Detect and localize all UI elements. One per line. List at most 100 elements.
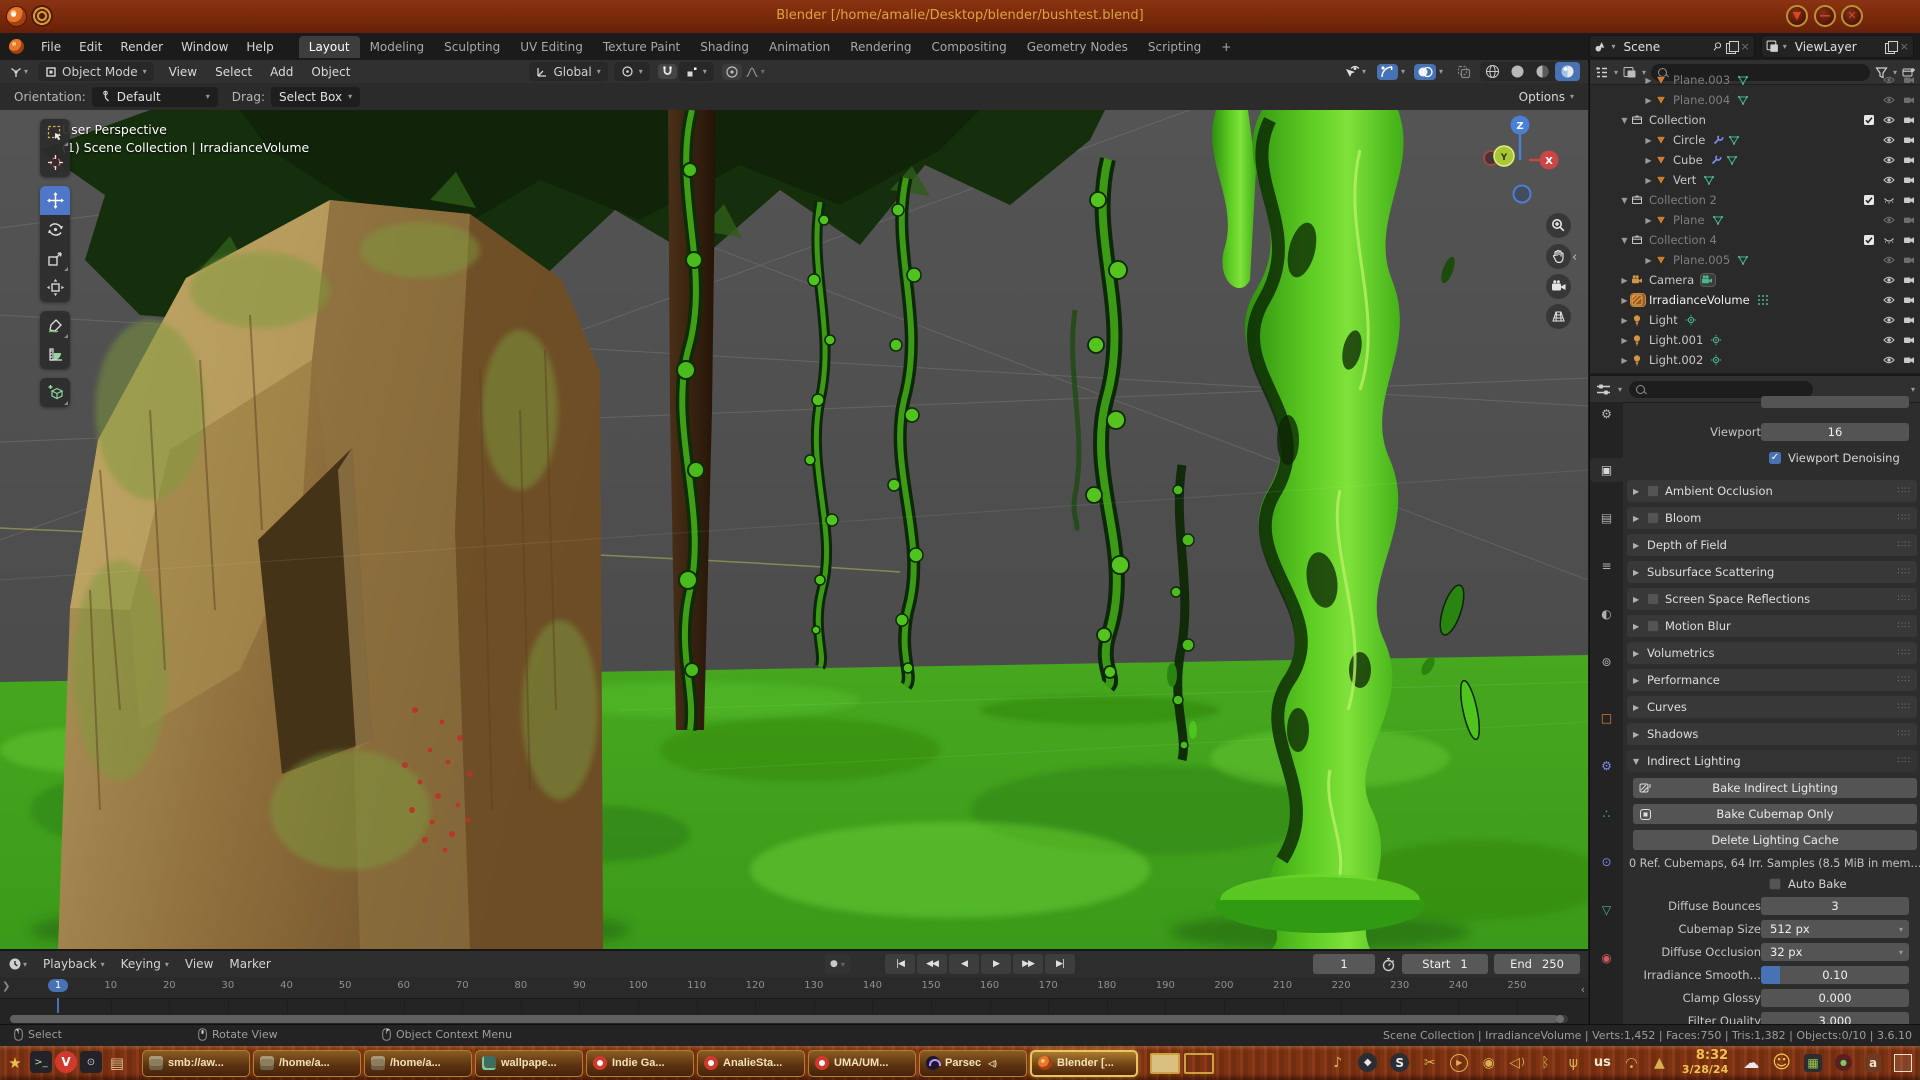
viewport-menu-view[interactable]: View [160,65,206,79]
panel-motion-blur[interactable]: ▶Motion Blur∷∷ [1627,615,1917,637]
disclosure-closed-icon[interactable]: ▶ [1642,96,1655,105]
tab-modifiers[interactable]: ⚙ [1590,754,1623,778]
disclosure-closed-icon[interactable]: ▶ [1642,216,1655,225]
properties-options-icon[interactable]: ▾ [1911,385,1915,394]
disable-in-renders-camera-icon[interactable] [1903,74,1917,86]
taskbar-button-uma-um[interactable]: UMA/UM... [808,1050,916,1077]
disclosure-closed-icon[interactable]: ▶ [1618,296,1631,305]
volume-tray-icon[interactable]: ◁ [1509,1055,1525,1071]
auto-bake-checkbox[interactable] [1769,878,1781,890]
outliner-row-circle[interactable]: ▶Circle [1590,130,1920,150]
hide-in-viewport-eye-icon[interactable] [1883,234,1897,246]
workspace-tab-shading[interactable]: Shading [690,36,759,58]
workspace-tab-layout[interactable]: Layout [299,36,360,58]
archive-launcher[interactable]: ▤ [105,1051,129,1075]
object-name[interactable]: Cube [1673,153,1703,167]
timeline-scrollbar[interactable] [10,1015,1568,1023]
object-name[interactable]: Light [1649,313,1678,327]
disable-in-renders-camera-icon[interactable] [1903,114,1917,126]
scale-tool[interactable] [40,244,70,273]
properties-search-input[interactable] [1629,381,1813,398]
disclosure-open-icon[interactable]: ▼ [1618,236,1631,245]
view-layer-selector[interactable]: ▾ ViewLayer × [1761,35,1914,58]
menu-star-launcher[interactable]: ★ [3,1051,27,1075]
add-cube-tool[interactable] [40,378,70,407]
game-shield-tray-icon[interactable]: ◆ [1358,1053,1377,1072]
ambient-occlusion-checkbox[interactable] [1647,485,1659,497]
workspace-tab-scripting[interactable]: Scripting [1138,36,1211,58]
prev-keyframe-button[interactable]: ◀◀ [917,954,947,974]
disable-in-renders-camera-icon[interactable] [1903,134,1917,146]
panel-grip-icon[interactable]: ∷∷ [1898,648,1911,658]
panel-grip-icon[interactable]: ∷∷ [1898,594,1911,604]
disclosure-closed-icon[interactable]: ▶ [1642,256,1655,265]
properties-editor-icon[interactable] [1596,383,1611,396]
workspace-tab-animation[interactable]: Animation [759,36,840,58]
taskbar-button-blender[interactable]: Blender [... [1030,1050,1138,1077]
cubemap-size-field[interactable]: 512 px▾ [1761,920,1909,938]
remove-view-layer-icon[interactable]: × [1900,40,1909,53]
object-name[interactable]: Collection 4 [1649,233,1717,247]
timeline-track-area[interactable] [0,998,1588,1014]
taskbar-button-parsec[interactable]: Parsec◁) [919,1050,1027,1077]
outliner-row-light[interactable]: ▶ Light [1590,310,1920,330]
transform-tool[interactable] [40,273,70,302]
mode-selector[interactable]: Object Mode ▾ [38,62,154,81]
panel-grip-icon[interactable]: ∷∷ [1898,567,1911,577]
hide-in-viewport-eye-icon[interactable] [1883,174,1897,186]
outliner-row-plane-004[interactable]: ▶Plane.004 [1590,90,1920,110]
indirect-lighting-panel-header[interactable]: ▼ Indirect Lighting ∷∷ [1627,750,1917,772]
disclosure-closed-icon[interactable]: ▶ [1618,316,1631,325]
snap-target-selector[interactable]: ▾ [679,62,714,81]
minimize-button[interactable]: — [1814,5,1836,27]
tab-output[interactable]: ▤ [1590,506,1623,530]
timeline-expand-arrow[interactable]: ❯ [2,981,10,992]
bloom-checkbox[interactable] [1647,512,1659,524]
outliner-row-collection[interactable]: ▼Collection [1590,110,1920,130]
tab-material[interactable]: ◉ [1590,946,1623,970]
disclosure-closed-icon[interactable]: ▶ [1618,356,1631,365]
updates-tray-icon[interactable]: ▲ [1652,1055,1667,1071]
menu-file[interactable]: File [32,36,70,58]
music-player-tray-icon[interactable]: ♪ [1330,1055,1345,1071]
show-desktop-button[interactable] [1894,1054,1912,1072]
disable-in-renders-camera-icon[interactable] [1903,154,1917,166]
new-view-layer-icon[interactable] [1885,41,1896,53]
select-box-tool[interactable] [40,119,70,148]
panel-grip-icon[interactable]: ∷∷ [1898,756,1911,766]
panel-ambient-occlusion[interactable]: ▶Ambient Occlusion∷∷ [1627,480,1917,502]
viewport-denoising-row[interactable]: ✓ Viewport Denoising [1769,448,1900,468]
frame-start-field[interactable]: Start1 [1402,954,1488,974]
workspace-tab-item[interactable]: + [1211,36,1241,58]
tab-tool[interactable]: ⚙ [1590,402,1623,426]
disclosure-open-icon[interactable]: ▼ [1618,196,1631,205]
keyboard-layout-indicator[interactable]: us [1594,1055,1611,1070]
outliner-row-light-002[interactable]: ▶Light.002 [1590,350,1920,370]
media-launcher[interactable]: V [55,1051,77,1073]
object-name[interactable]: Light.001 [1649,333,1703,347]
hide-in-viewport-eye-icon[interactable] [1883,334,1897,346]
pan-view-button[interactable] [1546,244,1571,269]
panel-grip-icon[interactable]: ∷∷ [1898,729,1911,739]
timeline-ruler[interactable]: 1102030405060708090100110120130140150160… [0,977,1588,998]
disable-in-renders-camera-icon[interactable] [1903,314,1917,326]
tab-scene[interactable]: ◐ [1590,602,1623,626]
workspace-tab-uv-editing[interactable]: UV Editing [510,36,593,58]
shading-material-button[interactable] [1530,62,1555,81]
view-layer-name[interactable]: ViewLayer [1791,40,1881,54]
hide-in-viewport-eye-icon[interactable] [1883,254,1897,266]
panel-subsurface-scattering[interactable]: ▶Subsurface Scattering∷∷ [1627,561,1917,583]
panel-volumetrics[interactable]: ▶Volumetrics∷∷ [1627,642,1917,664]
collection-exclude-checkbox[interactable] [1863,114,1877,126]
hide-in-viewport-eye-icon[interactable] [1883,194,1897,206]
object-visibility-selector[interactable]: ▾ [1341,64,1369,80]
orthographic-toggle-button[interactable] [1546,304,1571,329]
pivot-point-selector[interactable]: ▾ [614,62,650,81]
frame-end-field[interactable]: End250 [1494,954,1580,974]
current-frame-field[interactable]: 1 [1313,954,1375,974]
screenshot-scissors-tray-icon[interactable]: ✂ [1422,1055,1437,1071]
bake-cubemap-only-button[interactable]: Bake Cubemap Only [1633,804,1917,824]
panel-shadows[interactable]: ▶Shadows∷∷ [1627,723,1917,745]
hide-in-viewport-eye-icon[interactable] [1883,154,1897,166]
hide-in-viewport-eye-icon[interactable] [1883,274,1897,286]
